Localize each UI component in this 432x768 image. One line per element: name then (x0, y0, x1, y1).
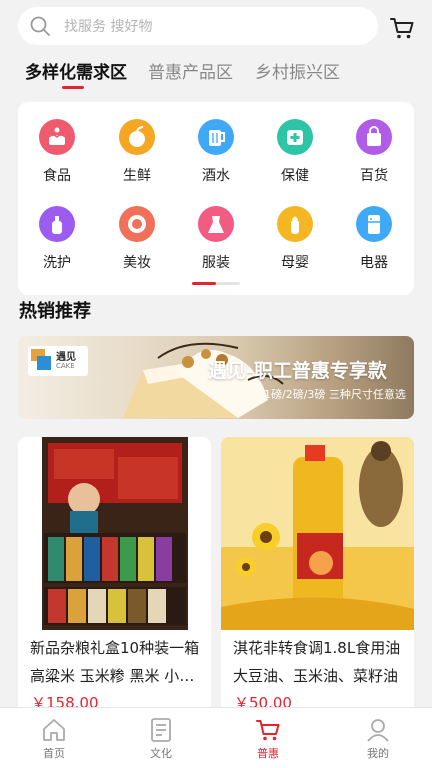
category-label: 母婴 (281, 255, 309, 271)
category-personal-care[interactable]: 洗护 (27, 206, 87, 272)
category-drinks[interactable]: 酒水 (186, 119, 246, 185)
fruit-icon (119, 119, 155, 155)
search-icon (30, 16, 50, 36)
category-pager-active (192, 282, 216, 285)
category-appliances[interactable]: 电器 (344, 206, 404, 272)
banner-subtitle: 1磅/2磅/3磅 三种尺寸任意选 (264, 388, 406, 401)
tab-diverse-demand[interactable]: 多样化需求区 (25, 58, 127, 83)
category-fresh[interactable]: 生鲜 (107, 119, 167, 185)
product-name: 新品杂粮礼盒10种装一箱高粱米 玉米糁 黑米 小米 红豆 (30, 639, 200, 685)
category-label: 食品 (43, 168, 71, 184)
category-cosmetics[interactable]: 美妆 (107, 206, 167, 272)
document-icon (151, 718, 171, 742)
category-clothing[interactable]: 服装 (186, 206, 246, 272)
category-label: 电器 (360, 255, 388, 271)
category-grid: 食品 生鲜 酒水 保健 百货 洗护 美妆 服装 母婴 电器 (18, 102, 414, 295)
search-input[interactable]: 找服务 搜好物 (18, 7, 378, 45)
category-label: 洗护 (43, 255, 71, 271)
category-food[interactable]: 食品 (27, 119, 87, 185)
compact-mirror-icon (119, 206, 155, 242)
category-label: 百货 (360, 168, 388, 184)
cooking-oil-image (221, 437, 414, 630)
lotion-bottle-icon (39, 206, 75, 242)
shopping-bag-icon (356, 119, 392, 155)
category-label: 生鲜 (123, 168, 151, 184)
nav-label: 普惠 (257, 747, 279, 760)
product-name: 淇花非转食调1.8L食用油大豆油、玉米油、菜籽油 (233, 639, 401, 685)
product-card[interactable]: 新品杂粮礼盒10种装一箱高粱米 玉米糁 黑米 小米 红豆 ￥158.00 (18, 437, 211, 727)
nav-culture[interactable]: 文化 (131, 708, 191, 768)
category-health[interactable]: 保健 (265, 119, 325, 185)
nav-label: 首页 (43, 747, 65, 760)
bottom-nav: 首页 文化 普惠 我的 (0, 707, 432, 768)
banner-title: 遇见-职工普惠专享款 (208, 360, 387, 382)
nav-label: 我的 (367, 747, 389, 760)
brand-logo-sub: CAKE (56, 362, 75, 370)
baby-bottle-icon (277, 206, 313, 242)
brand-logo: 遇见 CAKE (28, 346, 88, 376)
category-pager (192, 282, 240, 285)
dress-icon (198, 206, 234, 242)
refrigerator-icon (356, 206, 392, 242)
tab-rural-revitalization[interactable]: 乡村振兴区 (255, 58, 340, 83)
beer-icon (198, 119, 234, 155)
category-label: 服装 (202, 255, 230, 271)
nav-mine[interactable]: 我的 (348, 708, 408, 768)
cake-icon (39, 119, 75, 155)
category-mother-baby[interactable]: 母婴 (265, 206, 325, 272)
nav-home[interactable]: 首页 (24, 708, 84, 768)
cart-icon (256, 720, 280, 741)
tab-inclusive-products[interactable]: 普惠产品区 (148, 58, 233, 83)
nav-label: 文化 (150, 747, 172, 760)
home-icon (43, 719, 65, 741)
category-label: 美妆 (123, 255, 151, 271)
category-general[interactable]: 百货 (344, 119, 404, 185)
search-row: 找服务 搜好物 (0, 0, 432, 52)
nav-benefits[interactable]: 普惠 (238, 708, 298, 768)
category-label: 保健 (281, 168, 309, 184)
brand-logo-name: 遇见 (56, 352, 76, 363)
search-placeholder: 找服务 搜好物 (64, 19, 153, 35)
tab-active-indicator (62, 86, 84, 89)
promo-banner[interactable]: 遇见 CAKE 遇见-职工普惠专享款 1磅/2磅/3磅 三种尺寸任意选 (18, 336, 414, 419)
product-card[interactable]: 淇花非转食调1.8L食用油大豆油、玉米油、菜籽油 ￥50.00 (221, 437, 414, 727)
user-icon (367, 719, 389, 742)
medicine-kit-icon (277, 119, 313, 155)
category-label: 酒水 (202, 168, 230, 184)
cart-icon[interactable] (389, 15, 415, 41)
grain-gift-box-image (18, 437, 211, 630)
section-title: 热销推荐 (19, 301, 91, 322)
